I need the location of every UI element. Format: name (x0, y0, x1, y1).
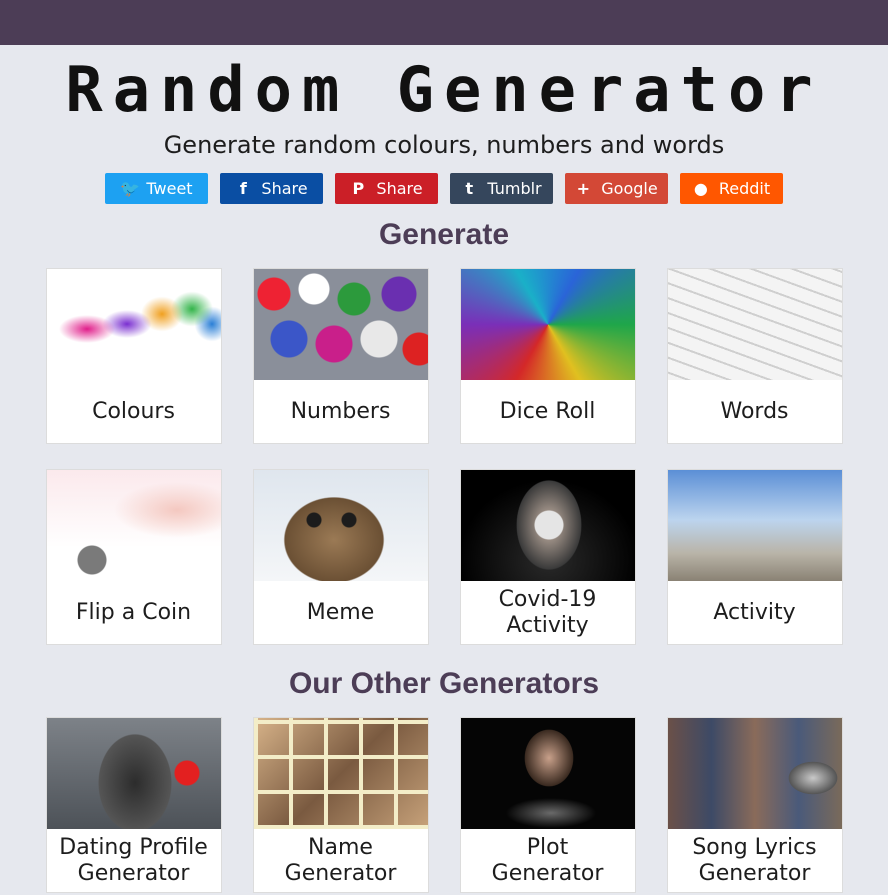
meme-image (253, 470, 428, 581)
share-button-label: Google (601, 179, 658, 198)
covid-image (460, 470, 635, 581)
card-label: Covid-19 Activity (498, 587, 597, 638)
words-card[interactable]: Words (666, 268, 843, 444)
site-title: Random Generator (65, 53, 823, 126)
numbers-card[interactable]: Numbers (252, 268, 429, 444)
card-label: Numbers (290, 398, 391, 424)
card-label: Name Generator (284, 835, 397, 886)
google-share-button[interactable]: + Google (565, 173, 668, 204)
share-button-label: Reddit (718, 179, 771, 198)
boombox-image (667, 718, 842, 829)
colours-image (46, 269, 221, 380)
pinterest-share-button[interactable]: P Share (335, 173, 438, 204)
numbers-image (253, 269, 428, 380)
share-buttons: 🐦 Tweet f Share P Share t Tumblr + Googl… (0, 173, 888, 204)
name-generator-card[interactable]: Name Generator (252, 717, 429, 893)
dice-image (460, 269, 635, 380)
card-label: Words (720, 398, 789, 424)
faces-image (253, 718, 428, 829)
song-lyrics-generator-card[interactable]: Song Lyrics Generator (666, 717, 843, 893)
plot-generator-card[interactable]: Plot Generator (459, 717, 636, 893)
site-tagline: Generate random colours, numbers and wor… (163, 131, 725, 159)
card-label: Dice Roll (499, 398, 596, 424)
dating-profile-generator-card[interactable]: Dating Profile Generator (45, 717, 222, 893)
card-label: Flip a Coin (75, 599, 192, 625)
card-label: Activity (713, 599, 796, 625)
pinterest-icon: P (352, 179, 365, 198)
colours-card[interactable]: Colours (45, 268, 222, 444)
dice-roll-card[interactable]: Dice Roll (459, 268, 636, 444)
flip-a-coin-card[interactable]: Flip a Coin (45, 469, 222, 645)
reddit-icon: ● (693, 179, 708, 198)
card-label: Song Lyrics Generator (692, 835, 817, 886)
card-label: Meme (306, 599, 375, 625)
writer-image (460, 718, 635, 829)
facebook-share-button[interactable]: f Share (220, 173, 323, 204)
top-bar (0, 0, 888, 45)
coin-image (46, 470, 221, 581)
card-label: Plot Generator (491, 835, 604, 886)
meme-card[interactable]: Meme (252, 469, 429, 645)
generate-grid: Colours Numbers Dice Roll Words (0, 268, 888, 444)
words-image (667, 269, 842, 380)
tumblr-icon: t (465, 179, 474, 198)
plus-icon: + (576, 179, 590, 198)
other-generators-title: Our Other Generators (288, 667, 600, 700)
share-button-label: Share (261, 179, 308, 198)
share-button-label: Tumblr (487, 179, 542, 198)
reddit-share-button[interactable]: ● Reddit (680, 173, 783, 204)
twitter-icon: 🐦 (120, 179, 141, 198)
card-label: Colours (92, 398, 175, 424)
share-button-label: Tweet (146, 179, 193, 198)
other-generators-grid: Dating Profile Generator Name Generator … (0, 717, 888, 893)
dating-image (46, 718, 221, 829)
generate-section-title: Generate (378, 218, 510, 251)
card-label: Dating Profile Generator (59, 835, 208, 886)
tumblr-share-button[interactable]: t Tumblr (450, 173, 553, 204)
generate-grid-row-2: Flip a Coin Meme Covid-19 Activity Activ… (0, 469, 888, 645)
activity-card[interactable]: Activity (666, 469, 843, 645)
facebook-icon: f (239, 179, 247, 198)
tweet-button[interactable]: 🐦 Tweet (105, 173, 208, 204)
activity-image (667, 470, 842, 581)
share-button-label: Share (376, 179, 423, 198)
covid-activity-card[interactable]: Covid-19 Activity (459, 469, 636, 645)
